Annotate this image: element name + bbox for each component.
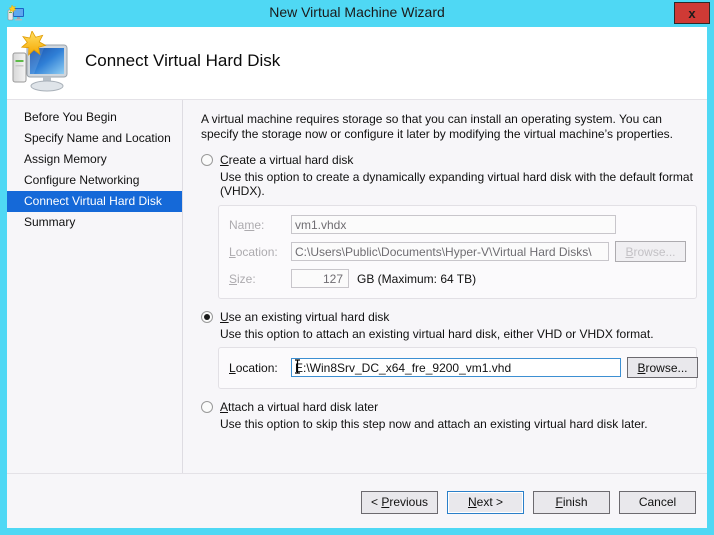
- radio-attach-later[interactable]: [201, 401, 213, 413]
- finish-label-rest: inish: [563, 495, 588, 509]
- sidebar-item-configure-networking[interactable]: Configure Networking: [7, 170, 182, 191]
- wizard-body: Before You Begin Specify Name and Locati…: [7, 100, 707, 473]
- create-disk-group: Name: Location: Browse... Size: GB (Maxi…: [218, 205, 697, 299]
- option-create-accesskey: C: [220, 153, 229, 167]
- existing-location-accesskey: L: [229, 361, 236, 375]
- name-label: Name:: [229, 218, 291, 232]
- wizard-steps-sidebar: Before You Begin Specify Name and Locati…: [7, 100, 183, 473]
- option-existing-accesskey: U: [220, 310, 229, 324]
- size-suffix-label: GB (Maximum: 64 TB): [357, 272, 476, 286]
- close-icon[interactable]: x: [674, 2, 710, 24]
- finish-accesskey: F: [555, 495, 562, 509]
- option-existing-label-rest: se an existing virtual hard disk: [229, 310, 390, 324]
- option-create-label[interactable]: Create a virtual hard disk: [220, 153, 353, 167]
- option-attach-later-label-rest: ttach a virtual hard disk later: [228, 400, 378, 414]
- previous-prefix: <: [371, 495, 381, 509]
- wizard-header: Connect Virtual Hard Disk: [7, 27, 707, 100]
- browse-button-create[interactable]: Browse...: [615, 241, 686, 262]
- radio-create-virtual-hard-disk[interactable]: [201, 154, 213, 166]
- next-label-rest: ext >: [477, 495, 503, 509]
- finish-button[interactable]: Finish: [533, 491, 610, 514]
- option-existing-description: Use this option to attach an existing vi…: [220, 327, 697, 341]
- cancel-button[interactable]: Cancel: [619, 491, 696, 514]
- wizard-content: A virtual machine requires storage so th…: [184, 100, 707, 473]
- new-virtual-machine-wizard-window: New Virtual Machine Wizard x: [0, 0, 714, 535]
- option-attach-later: Attach a virtual hard disk later Use thi…: [201, 400, 697, 431]
- new-virtual-machine-icon: [10, 31, 72, 95]
- browse-existing-accesskey: B: [637, 361, 645, 375]
- existing-location-field-wrap: [291, 358, 621, 377]
- browse-button-existing[interactable]: Browse...: [627, 357, 698, 378]
- sidebar-item-assign-memory[interactable]: Assign Memory: [7, 149, 182, 170]
- existing-location-label: Location:: [229, 361, 291, 375]
- page-title: Connect Virtual Hard Disk: [85, 51, 280, 71]
- wizard-client-area: Connect Virtual Hard Disk Before You Beg…: [7, 27, 707, 528]
- previous-button[interactable]: < Previous: [361, 491, 438, 514]
- window-title: New Virtual Machine Wizard: [0, 4, 714, 20]
- wizard-footer: < Previous Next > Finish Cancel: [7, 473, 707, 528]
- existing-location-row: Location: Browse...: [229, 357, 686, 378]
- name-input[interactable]: [291, 215, 616, 234]
- size-label: Size:: [229, 272, 291, 286]
- location-label-accesskey: L: [229, 245, 236, 259]
- previous-label-rest: revious: [389, 495, 428, 509]
- browse-existing-label-rest: rowse...: [646, 361, 688, 375]
- name-label-accesskey: m: [244, 218, 254, 232]
- option-attach-later-label[interactable]: Attach a virtual hard disk later: [220, 400, 378, 414]
- sidebar-item-before-you-begin[interactable]: Before You Begin: [7, 107, 182, 128]
- location-row: Location: Browse...: [229, 241, 686, 262]
- location-label: Location:: [229, 245, 291, 259]
- name-row: Name:: [229, 215, 686, 234]
- existing-location-input[interactable]: [291, 358, 621, 377]
- browse-create-label-rest: rowse...: [634, 245, 676, 259]
- next-button[interactable]: Next >: [447, 491, 524, 514]
- option-existing-label[interactable]: Use an existing virtual hard disk: [220, 310, 389, 324]
- intro-text: A virtual machine requires storage so th…: [201, 112, 681, 142]
- existing-location-label-rest: ocation:: [236, 361, 278, 375]
- option-create-description: Use this option to create a dynamically …: [220, 170, 697, 198]
- title-bar: New Virtual Machine Wizard x: [0, 0, 714, 27]
- size-row: Size: GB (Maximum: 64 TB): [229, 269, 686, 288]
- sidebar-item-specify-name-and-location[interactable]: Specify Name and Location: [7, 128, 182, 149]
- option-create-label-rest: reate a virtual hard disk: [229, 153, 354, 167]
- option-create-virtual-hard-disk: Create a virtual hard disk Use this opti…: [201, 153, 697, 198]
- footer-button-group: < Previous Next > Finish Cancel: [361, 491, 696, 514]
- existing-disk-group: Location: Browse...: [218, 347, 697, 389]
- name-label-prefix: Na: [229, 218, 244, 232]
- radio-use-existing-virtual-hard-disk[interactable]: [201, 311, 213, 323]
- name-label-rest: e:: [254, 218, 264, 232]
- browse-create-accesskey: B: [625, 245, 633, 259]
- sidebar-item-connect-virtual-hard-disk[interactable]: Connect Virtual Hard Disk: [7, 191, 182, 212]
- location-label-rest: ocation:: [236, 245, 278, 259]
- next-accesskey: N: [468, 495, 477, 509]
- size-input[interactable]: [291, 269, 349, 288]
- size-label-rest: ize:: [237, 272, 256, 286]
- sidebar-item-summary[interactable]: Summary: [7, 212, 182, 233]
- size-label-accesskey: S: [229, 272, 237, 286]
- option-attach-later-accesskey: A: [220, 400, 228, 414]
- location-input[interactable]: [291, 242, 609, 261]
- option-attach-later-description: Use this option to skip this step now an…: [220, 417, 697, 431]
- option-use-existing-virtual-hard-disk: Use an existing virtual hard disk Use th…: [201, 310, 697, 341]
